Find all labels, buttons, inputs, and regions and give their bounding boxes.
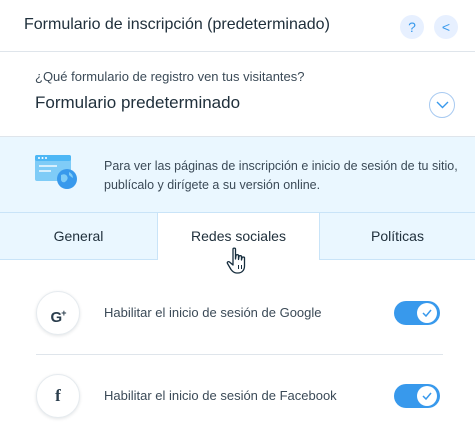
toggle-knob xyxy=(417,303,437,323)
google-login-label: Habilitar el inicio de sesión de Google xyxy=(104,305,322,320)
publish-info-banner: Para ver las páginas de inscripción e in… xyxy=(0,137,475,213)
publish-info-text: Para ver las páginas de inscripción e in… xyxy=(104,159,458,192)
chevron-down-icon xyxy=(436,101,449,109)
back-button[interactable]: < xyxy=(434,15,458,39)
facebook-login-row: f Habilitar el inicio de sesión de Faceb… xyxy=(0,355,475,437)
help-icon: ? xyxy=(408,19,416,35)
checkmark-icon xyxy=(422,309,432,317)
google-login-toggle[interactable] xyxy=(394,301,440,325)
panel-header: Formulario de inscripción (predeterminad… xyxy=(0,0,475,52)
facebook-glyph: f xyxy=(55,386,61,405)
help-button[interactable]: ? xyxy=(400,15,424,39)
form-selector-dropdown-button[interactable] xyxy=(429,92,455,118)
form-selector-value[interactable]: Formulario predeterminado xyxy=(35,93,240,113)
browser-globe-icon xyxy=(35,155,77,189)
toggle-knob xyxy=(417,386,437,406)
hand-pointer-cursor-icon xyxy=(226,247,246,274)
panel-title: Formulario de inscripción (predeterminad… xyxy=(24,16,330,33)
facebook-login-toggle[interactable] xyxy=(394,384,440,408)
facebook-icon: f xyxy=(36,374,80,418)
back-arrow-icon: < xyxy=(441,19,451,35)
form-selector[interactable]: ¿Qué formulario de registro ven tus visi… xyxy=(0,52,475,137)
google-login-row: G+ Habilitar el inicio de sesión de Goog… xyxy=(0,272,475,354)
facebook-login-label: Habilitar el inicio de sesión de Faceboo… xyxy=(104,388,337,403)
google-plus-icon: G+ xyxy=(36,291,80,335)
form-selector-label: ¿Qué formulario de registro ven tus visi… xyxy=(35,69,305,84)
checkmark-icon xyxy=(422,392,432,400)
google-plus-glyph: G+ xyxy=(50,308,67,326)
tab-general[interactable]: General xyxy=(0,213,158,260)
tab-policies[interactable]: Políticas xyxy=(319,213,475,260)
